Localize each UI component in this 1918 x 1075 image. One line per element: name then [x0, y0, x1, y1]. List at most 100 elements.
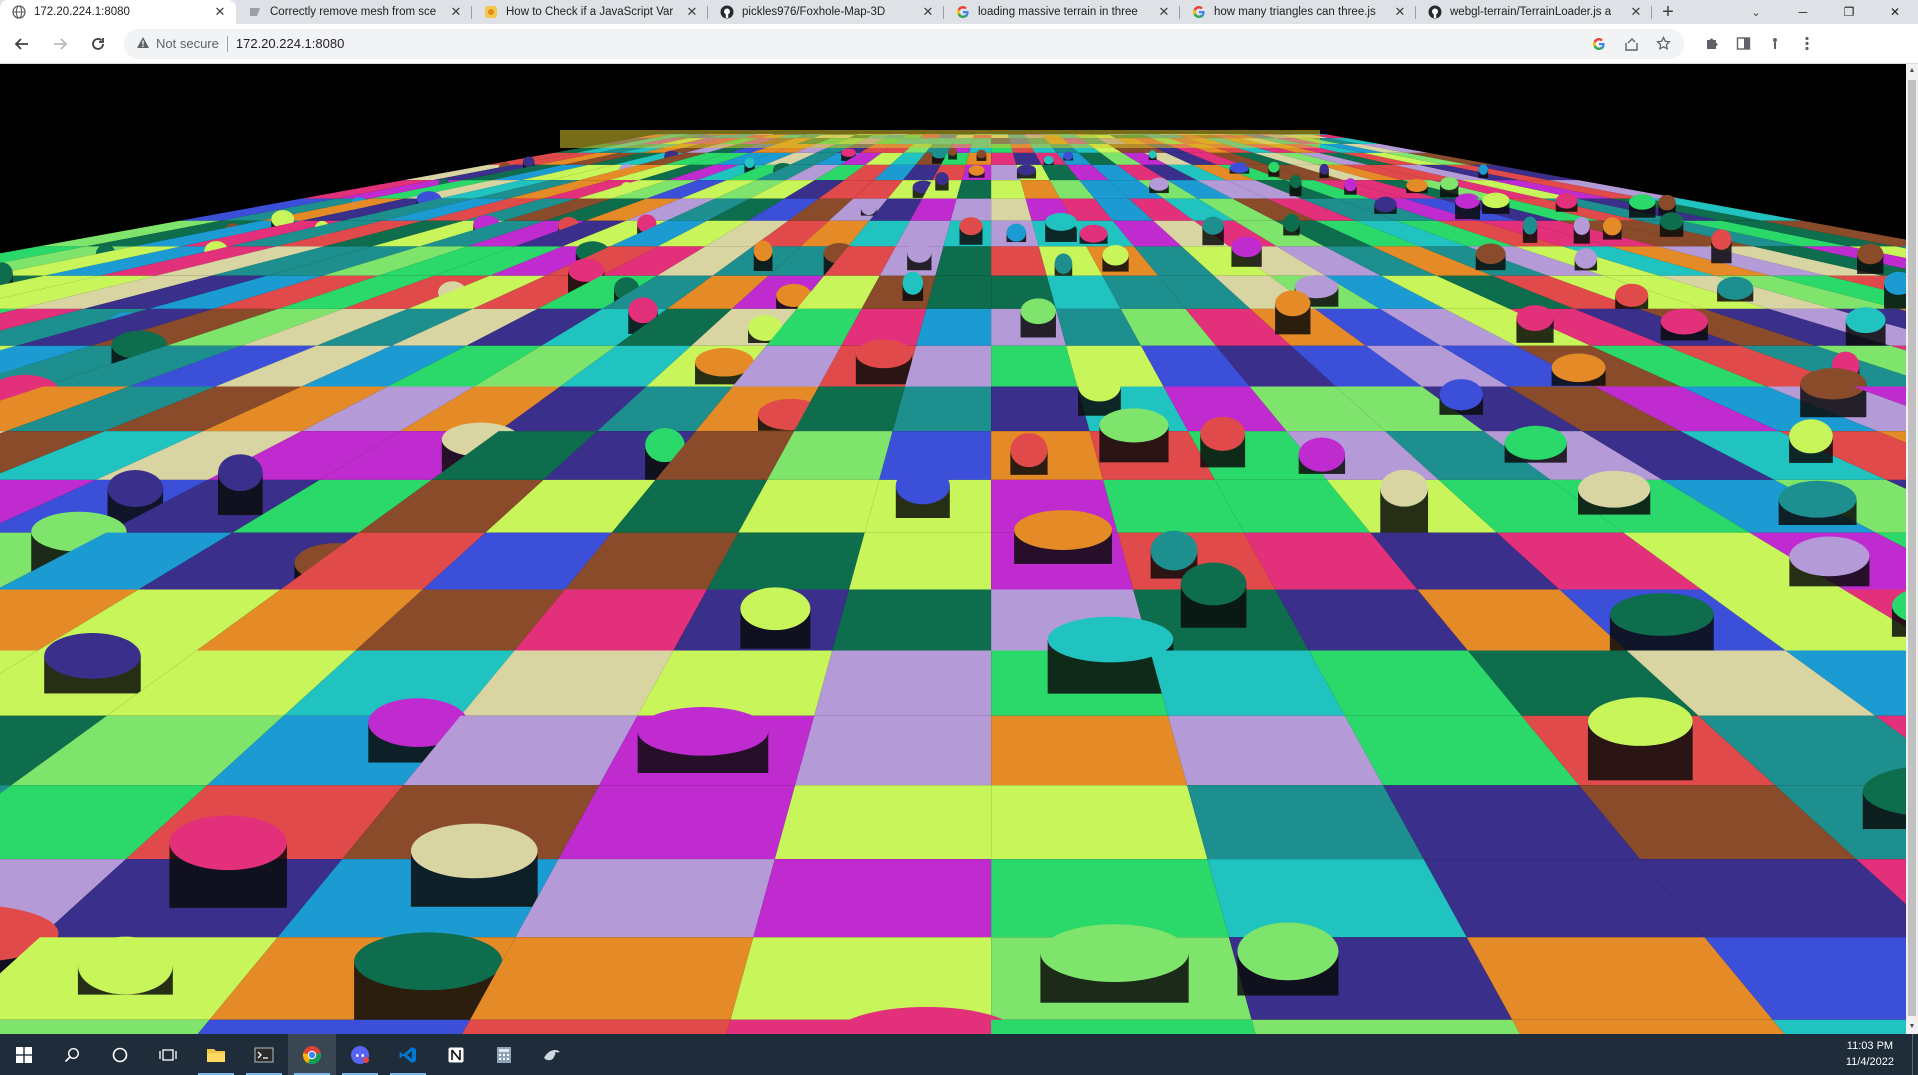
scroll-thumb[interactable] [1908, 80, 1916, 1016]
plateau-top [1609, 593, 1714, 636]
reload-button[interactable] [82, 28, 114, 60]
plateau-top [932, 150, 948, 159]
terrain-canvas[interactable] [0, 64, 1906, 1034]
forward-button[interactable] [44, 28, 76, 60]
plateau-top [1079, 224, 1108, 243]
terrain-tile [991, 164, 1021, 181]
cortana-icon[interactable] [96, 1034, 144, 1075]
tab-title: Correctly remove mesh from sce [270, 6, 437, 18]
terrain-tile [892, 386, 992, 432]
plateau-top [1789, 419, 1833, 454]
warning-icon[interactable] [136, 36, 150, 52]
tab-triangles[interactable]: how many triangles can three.js ✕ [1180, 0, 1416, 24]
windows-taskbar [0, 1034, 1918, 1075]
security-label[interactable]: Not secure [156, 36, 219, 51]
plateau-top [902, 271, 924, 295]
menu-kebab-icon[interactable] [1798, 35, 1816, 53]
minimize-icon[interactable]: ─ [1780, 0, 1826, 24]
plateau-top [1063, 151, 1074, 161]
plateau-top [1789, 536, 1870, 577]
plateau-top [1615, 283, 1649, 307]
terrain-tile [956, 180, 992, 199]
plateau-top [1658, 194, 1676, 211]
discord-icon[interactable] [336, 1034, 384, 1075]
plateau-top [44, 633, 141, 679]
plateau-top [1149, 177, 1169, 191]
tab-js-variable[interactable]: How to Check if a JavaScript Var ✕ [472, 0, 708, 24]
plateau-top [1150, 530, 1198, 571]
plateau-top [1478, 164, 1489, 175]
search-icon[interactable] [48, 1034, 96, 1075]
plateau-top [1475, 243, 1506, 265]
close-window-icon[interactable]: ✕ [1872, 0, 1918, 24]
plateau-top [740, 587, 811, 631]
chrome-icon[interactable] [288, 1034, 336, 1075]
terrain-tile [0, 1019, 210, 1034]
plateau-top [1078, 370, 1121, 402]
extensions-puzzle-icon[interactable] [1702, 35, 1720, 53]
plateau-top [1555, 193, 1578, 209]
google-icon [956, 5, 970, 19]
plateau-top [1010, 433, 1048, 468]
tab-search-icon[interactable]: ⌄ [1742, 0, 1770, 24]
scroll-down-icon[interactable]: ▼ [1906, 1020, 1918, 1034]
task-view-icon[interactable] [144, 1034, 192, 1075]
back-button[interactable] [6, 28, 38, 60]
plateau-top [410, 823, 538, 879]
plateau-top [1040, 924, 1189, 983]
tab-remove-mesh[interactable]: Correctly remove mesh from sce ✕ [236, 0, 472, 24]
plateau-top [1800, 368, 1867, 400]
terrain-tile [832, 589, 992, 651]
plateau-top [1455, 193, 1480, 209]
vscode-icon[interactable] [384, 1034, 432, 1075]
close-tab-icon[interactable]: ✕ [920, 4, 936, 20]
plateau-top [1573, 216, 1590, 235]
scroll-up-icon[interactable]: ▲ [1906, 64, 1918, 78]
terrain-tile [991, 785, 1208, 860]
restore-icon[interactable]: ❐ [1826, 0, 1872, 24]
plateau-top [1006, 223, 1027, 242]
new-tab-button[interactable]: + [1654, 0, 1682, 24]
bookmark-star-icon[interactable] [1654, 35, 1672, 53]
tab-foxhole-map[interactable]: pickles976/Foxhole-Map-3D ✕ [708, 0, 944, 24]
address-bar[interactable]: Not secure 172.20.224.1:8080 [124, 28, 1684, 59]
close-tab-icon[interactable]: ✕ [212, 4, 228, 20]
close-tab-icon[interactable]: ✕ [448, 4, 464, 20]
tab-localhost[interactable]: 172.20.224.1:8080 ✕ [0, 0, 236, 24]
plateau-top [1406, 178, 1428, 192]
plateau-top [1659, 212, 1684, 231]
tab-terrain-loader[interactable]: webgl-terrain/TerrainLoader.js a ✕ [1416, 0, 1652, 24]
close-tab-icon[interactable]: ✕ [1628, 4, 1644, 20]
terrain-tile [991, 152, 1017, 165]
show-desktop-button[interactable] [1912, 1034, 1918, 1075]
tab-title: loading massive terrain in three [978, 6, 1138, 18]
profile-icon[interactable] [1766, 35, 1784, 53]
plateau-top [1578, 470, 1651, 508]
windows-start-icon[interactable] [0, 1034, 48, 1075]
browser-toolbar: Not secure 172.20.224.1:8080 [0, 24, 1918, 64]
plateau-top [1551, 353, 1606, 383]
bird-app-icon[interactable] [528, 1034, 576, 1075]
side-panel-icon[interactable] [1734, 35, 1752, 53]
omnibox-divider [226, 35, 228, 52]
plateau-top [1045, 212, 1077, 231]
terrain-tile [1207, 859, 1467, 938]
close-tab-icon[interactable]: ✕ [684, 4, 700, 20]
close-tab-icon[interactable]: ✕ [1156, 4, 1172, 20]
system-clock[interactable]: 11:03 PM 11/4/2022 [1846, 1038, 1894, 1070]
calculator-icon[interactable] [480, 1034, 528, 1075]
plateau-top [1522, 216, 1538, 235]
page-scrollbar[interactable]: ▲ ▼ [1906, 64, 1918, 1034]
close-tab-icon[interactable]: ✕ [1392, 4, 1408, 20]
distant-terrain-band [560, 130, 1320, 148]
terrain-tiles [0, 134, 1906, 1034]
file-explorer-icon[interactable] [192, 1034, 240, 1075]
tab-massive-terrain[interactable]: loading massive terrain in three ✕ [944, 0, 1180, 24]
tab-title: how many triangles can three.js [1214, 6, 1376, 18]
plateau-top [1504, 425, 1567, 460]
share-icon[interactable] [1622, 35, 1640, 53]
notion-icon[interactable] [432, 1034, 480, 1075]
terminal-icon[interactable] [240, 1034, 288, 1075]
url-text[interactable]: 172.20.224.1:8080 [236, 36, 1590, 51]
google-lens-icon[interactable] [1590, 35, 1608, 53]
